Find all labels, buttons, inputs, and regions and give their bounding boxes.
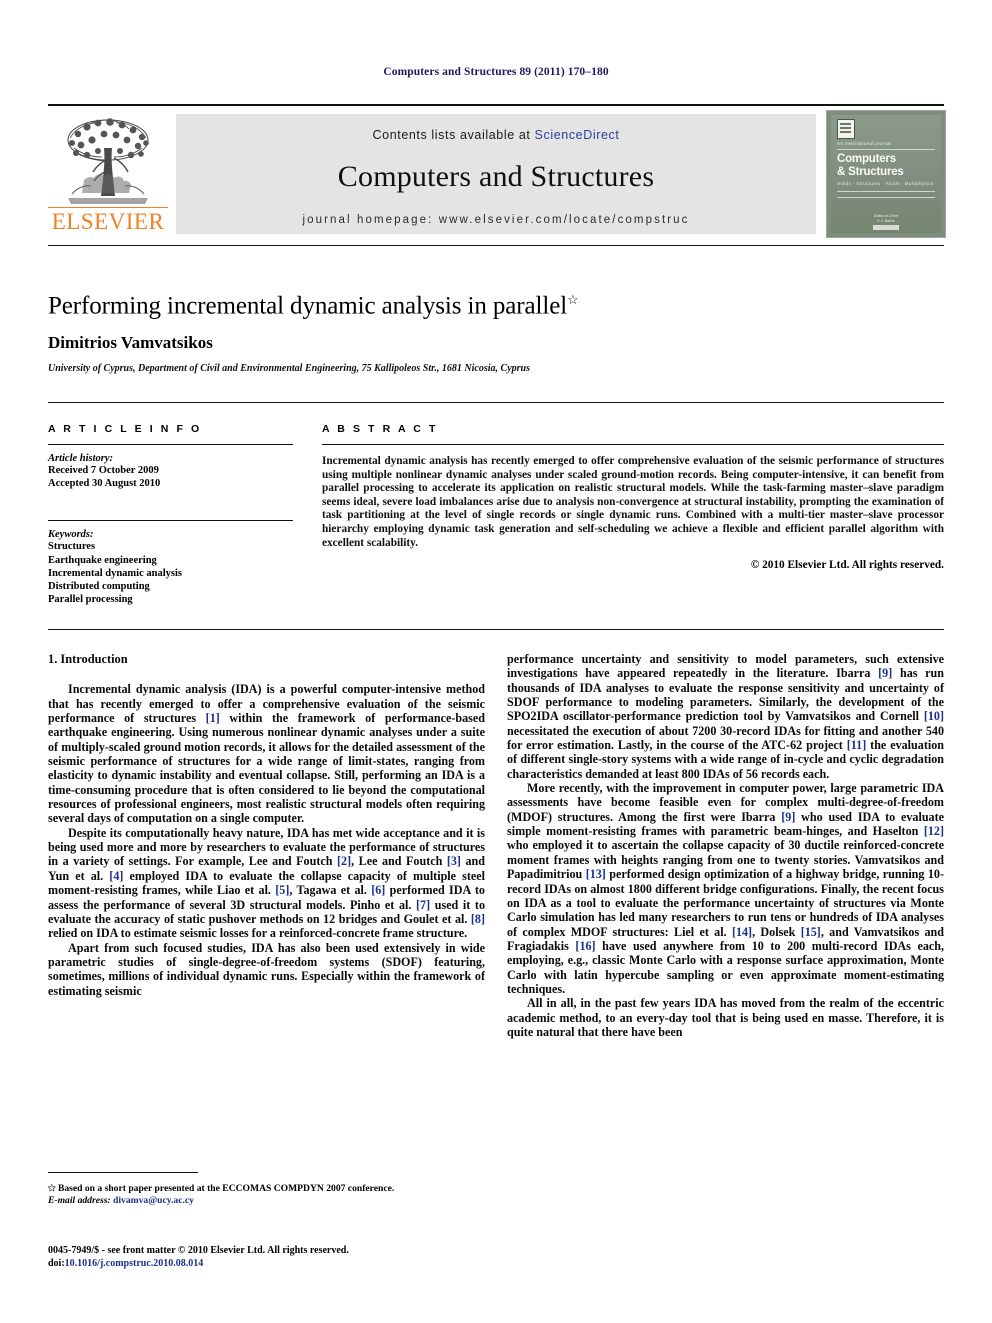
body-divider [48,629,944,630]
journal-cover-thumbnail[interactable]: An international journal Computers & Str… [826,110,946,238]
email-label: E-mail address: [48,1195,111,1206]
journal-masthead: ELSEVIER Contents lists available at Sci… [48,104,946,238]
body-paragraph: Despite its computationally heavy nature… [48,825,486,941]
cover-badge [873,225,899,230]
abstract-heading: A B S T R A C T [322,423,438,435]
page-title: Performing incremental dynamic analysis … [48,292,878,320]
author-name: Dimitrios Vamvatsikos [48,333,213,352]
citation-link[interactable]: [10] [924,709,944,723]
footnote-rule [48,1172,198,1173]
citation-link[interactable]: [2] [337,854,351,868]
cover-elsevier-icon [837,119,855,139]
keyword-item: Distributed computing [48,581,150,593]
article-accepted-date: Accepted 30 August 2010 [48,478,161,490]
body-paragraph: More recently, with the improvement in c… [507,781,944,996]
citation-link[interactable]: [8] [471,912,485,926]
article-info-heading: A R T I C L E I N F O [48,423,202,435]
doi-value[interactable]: 10.1016/j.compstruc.2010.08.014 [65,1258,204,1269]
contents-prefix: Contents lists available at [372,128,531,142]
article-info-rule [48,444,293,445]
running-head: Computers and Structures 89 (2011) 170–1… [383,66,609,78]
article-received-date: Received 7 October 2009 [48,465,159,476]
title-divider [48,245,944,246]
citation-link[interactable]: [7] [416,898,430,912]
citation-link[interactable]: [15] [801,925,821,939]
body-paragraph: Apart from such focused studies, IDA has… [48,940,485,998]
citation-link[interactable]: [14] [732,925,752,939]
body-column-right: performance uncertainty and sensitivity … [507,652,944,1039]
journal-homepage-link[interactable]: journal homepage: www.elsevier.com/locat… [176,194,816,226]
keywords-block: Keywords: Structures Earthquake engineer… [48,520,293,606]
elsevier-wordmark: ELSEVIER [48,207,168,235]
body-column-left: 1. Introduction Incremental dynamic anal… [48,652,485,998]
article-history-label: Article history: [48,453,114,464]
body-paragraph: performance uncertainty and sensitivity … [507,652,944,781]
email-line: E-mail address: divamva@ucy.ac.cy [48,1195,485,1207]
page-footer: 0045-7949/$ - see front matter © 2010 El… [48,1245,648,1270]
sciencedirect-link[interactable]: ScienceDirect [535,128,620,142]
masthead-band: Contents lists available at ScienceDirec… [176,114,816,234]
citation-link[interactable]: [9] [878,666,892,680]
doi-line: doi:10.1016/j.compstruc.2010.08.014 [48,1258,648,1271]
keyword-item: Earthquake engineering [48,554,157,566]
citation-link[interactable]: [11] [847,738,866,752]
section-heading-introduction: 1. Introduction [48,652,128,666]
journal-article-page: Computers and Structures 89 (2011) 170–1… [0,0,992,1323]
body-paragraph: All in all, in the past few years IDA ha… [507,996,944,1039]
cover-subline: Solids · Structures · Fluids · Multiphys… [837,181,934,186]
email-address-link[interactable]: divamva@ucy.ac.cy [113,1195,194,1206]
abstract-column: A B S T R A C T Incremental dynamic anal… [322,423,944,571]
citation-link[interactable]: [12] [924,824,944,838]
cover-rule-mid [837,191,935,192]
keyword-item: Structures [48,541,96,553]
elsevier-logo: ELSEVIER [48,114,168,238]
cover-rule-mid2 [837,197,935,198]
citation-link[interactable]: [9] [781,810,795,824]
footnote-text: Based on a short paper presented at the … [57,1183,395,1194]
cover-title-line1: Computers [837,153,896,165]
elsevier-tree-icon [54,114,162,210]
body-paragraph: Incremental dynamic analysis (IDA) is a … [48,682,485,826]
abstract-body: Incremental dynamic analysis has recentl… [322,455,944,549]
citation-link[interactable]: [1] [206,711,220,725]
citation-link[interactable]: [3] [447,854,461,868]
citation-link[interactable]: [6] [371,883,385,897]
keyword-item: Parallel processing [48,594,133,606]
citation-link[interactable]: [4] [109,869,123,883]
cover-rule-top [837,149,935,150]
info-divider [48,402,944,403]
article-title-text: Performing incremental dynamic analysis … [48,292,568,320]
contents-available-line: Contents lists available at ScienceDirec… [176,114,816,142]
citation-link[interactable]: [16] [575,939,595,953]
cover-title: Computers & Structures [837,153,935,178]
footnote-mark: ✩ [48,1183,56,1193]
citation-link[interactable]: [13] [586,867,606,881]
footnote-line: ✩ Based on a short paper presented at th… [48,1182,485,1195]
author-affiliation: University of Cyprus, Department of Civi… [48,363,530,374]
keywords-label: Keywords: [48,529,94,541]
issn-copyright-line: 0045-7949/$ - see front matter © 2010 El… [48,1245,349,1256]
article-info-column: A R T I C L E I N F O Article history: R… [48,423,293,606]
cover-artwork: An international journal Computers & Str… [831,115,941,233]
journal-title: Computers and Structures [337,160,655,193]
citation-link[interactable]: [5] [275,883,289,897]
cover-foot-line2: K.J. Bathe [877,219,895,223]
cover-footer: Editor-in-Chief K.J. Bathe [831,214,941,224]
abstract-rule [322,444,944,445]
cover-superline: An international journal [837,141,892,146]
keywords-rule [48,520,293,522]
cover-title-line2: & Structures [837,165,904,178]
footnote-block: ✩ Based on a short paper presented at th… [48,1172,485,1207]
title-footnote-mark: ☆ [567,292,579,307]
abstract-copyright: © 2010 Elsevier Ltd. All rights reserved… [750,559,944,572]
doi-label: doi: [48,1257,65,1269]
keyword-item: Incremental dynamic analysis [48,567,182,579]
